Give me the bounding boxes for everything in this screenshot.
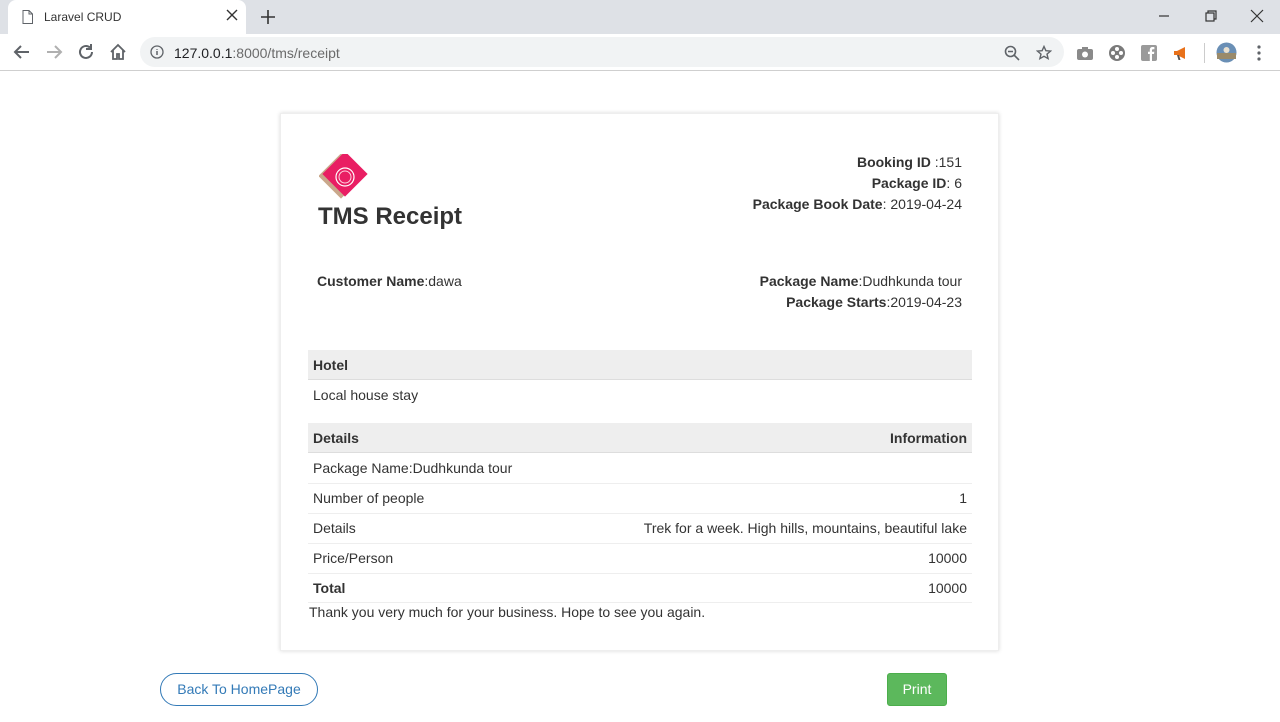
url-text[interactable]: 127.0.0.1:8000/tms/receipt <box>174 45 340 61</box>
package-starts-label: Package Starts <box>786 294 887 310</box>
package-name-label: Package Name <box>759 273 859 289</box>
close-window-icon[interactable] <box>1249 8 1265 24</box>
browser-toolbar: 127.0.0.1:8000/tms/receipt <box>0 34 1280 71</box>
document-icon <box>22 10 33 24</box>
info-icon[interactable] <box>150 45 164 59</box>
hotel-header-cell: Hotel <box>313 357 348 373</box>
package-id-value: : 6 <box>946 175 962 191</box>
package-id-label: Package ID <box>871 175 947 191</box>
new-tab-icon[interactable] <box>260 9 276 25</box>
row-value: Trek for a week. High hills, mountains, … <box>643 520 967 536</box>
customer-name-line: Customer Name:dawa <box>317 271 462 292</box>
profile-avatar-icon[interactable] <box>1216 42 1237 63</box>
facebook-extension-icon[interactable] <box>1140 44 1158 62</box>
booking-meta: Booking ID :151 Package ID: 6 Package Bo… <box>753 152 962 215</box>
hotel-table: Hotel Local house stay <box>308 350 972 410</box>
close-tab-icon[interactable] <box>226 9 238 21</box>
row-label: Number of people <box>313 490 425 506</box>
hotel-value-cell: Local house stay <box>313 387 419 403</box>
package-starts-value: :2019-04-23 <box>886 294 962 310</box>
back-arrow-icon[interactable] <box>12 42 32 62</box>
row-value: 1 <box>959 490 967 506</box>
minimize-icon[interactable] <box>1156 8 1172 24</box>
book-date-value: : 2019-04-24 <box>882 196 962 212</box>
browser-tab[interactable]: Laravel CRUD <box>8 0 246 34</box>
toolbar-divider <box>1204 43 1205 63</box>
row-value: 10000 <box>928 550 967 566</box>
book-date-label: Package Book Date <box>752 196 883 212</box>
package-meta: Package Name:Dudhkunda tour Package Star… <box>760 271 962 313</box>
receipt-title: TMS Receipt <box>318 203 463 230</box>
reload-icon[interactable] <box>76 42 96 62</box>
forward-arrow-icon[interactable] <box>44 42 64 62</box>
row-label: Price/Person <box>313 550 394 566</box>
back-to-homepage-button[interactable]: Back To HomePage <box>160 673 318 706</box>
package-name-line: Package Name:Dudhkunda tour <box>760 271 962 292</box>
camera-extension-icon[interactable] <box>1076 44 1094 62</box>
total-value: 10000 <box>928 580 967 596</box>
package-id-line: Package ID: 6 <box>753 173 962 194</box>
tab-title: Laravel CRUD <box>44 10 122 24</box>
table-row: Price/Person 10000 <box>308 543 972 573</box>
customer-label: Customer Name <box>317 273 425 289</box>
receipt-card: TMS Receipt Booking ID :151 Package ID: … <box>280 113 999 651</box>
total-label: Total <box>313 580 346 596</box>
package-starts-line: Package Starts:2019-04-23 <box>760 292 962 313</box>
book-date-line: Package Book Date: 2019-04-24 <box>753 194 962 215</box>
table-row: Details Trek for a week. High hills, mou… <box>308 513 972 543</box>
film-reel-extension-icon[interactable] <box>1108 44 1126 62</box>
print-button[interactable]: Print <box>887 673 947 706</box>
thank-you-message: Thank you very much for your business. H… <box>309 604 706 620</box>
home-icon[interactable] <box>108 42 128 62</box>
zoom-icon[interactable] <box>1004 45 1020 61</box>
url-host: 127.0.0.1 <box>174 45 233 61</box>
row-label: Details <box>313 520 356 536</box>
hotel-table-header: Hotel <box>308 350 972 380</box>
details-table-header: Details Information <box>308 423 972 453</box>
megaphone-extension-icon[interactable] <box>1172 44 1190 62</box>
table-row: Local house stay <box>308 380 972 410</box>
browser-tab-strip: Laravel CRUD <box>0 0 1280 34</box>
tms-logo <box>319 154 368 199</box>
table-row: Package Name:Dudhkunda tour <box>308 453 972 483</box>
table-row: Number of people 1 <box>308 483 972 513</box>
total-row: Total 10000 <box>308 573 972 603</box>
booking-id-value: :151 <box>930 154 962 170</box>
customer-value: :dawa <box>424 273 462 289</box>
restore-icon[interactable] <box>1203 8 1219 24</box>
row-label: Package Name:Dudhkunda tour <box>313 460 513 476</box>
package-name-value: :Dudhkunda tour <box>858 273 962 289</box>
information-header-cell: Information <box>890 430 967 446</box>
details-table: Details Information Package Name:Dudhkun… <box>308 423 972 603</box>
booking-id-line: Booking ID :151 <box>753 152 962 173</box>
address-bar[interactable]: 127.0.0.1:8000/tms/receipt <box>140 37 1064 67</box>
bookmark-star-icon[interactable] <box>1036 45 1052 61</box>
details-header-cell: Details <box>313 430 359 446</box>
booking-id-label: Booking ID <box>856 154 931 170</box>
url-path: :8000/tms/receipt <box>232 45 340 61</box>
more-menu-icon[interactable] <box>1250 44 1268 62</box>
